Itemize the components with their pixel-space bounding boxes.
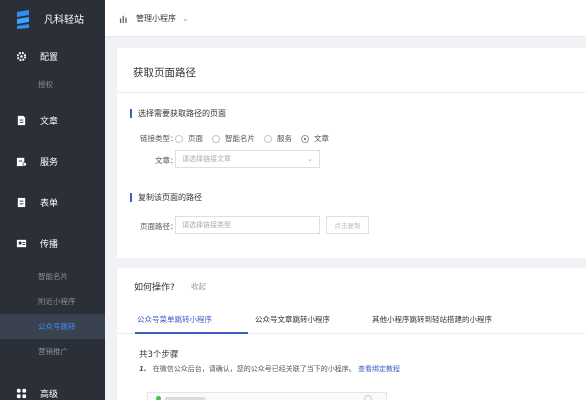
help-tabs: 公众号菜单跳转小程序 公众号文章跳转小程序 其他小程序跳转到轻站搭建的小程序 xyxy=(117,304,586,334)
chevron-down-icon: ⌄ xyxy=(307,155,313,163)
sidebar-item-spread[interactable]: 传播 xyxy=(0,222,105,264)
sidebar-item-forms[interactable]: 表单 xyxy=(0,182,105,222)
radio-label: 服务 xyxy=(277,134,292,143)
steps-title: 共3个步骤 xyxy=(139,350,179,360)
gear-icon xyxy=(16,51,27,61)
bar-chart-icon xyxy=(119,15,127,23)
radio-circle-checked xyxy=(301,134,309,143)
radio-smart-card[interactable]: 智能名片 xyxy=(212,133,255,144)
select-placeholder: 请选择链接文章 xyxy=(182,155,231,163)
page-title: 获取页面路径 xyxy=(133,67,196,79)
document-icon xyxy=(17,115,26,125)
tab-menu-jump[interactable]: 公众号菜单跳转小程序 xyxy=(137,314,212,325)
sidebar-item-marketing[interactable]: 营销推广 xyxy=(0,339,105,364)
section-select-page: 选择需要获取路径的页面 xyxy=(130,109,226,118)
radio-circle xyxy=(212,134,220,143)
top-bar: 管理小程序 ⌄ xyxy=(105,0,586,37)
link-type-label: 链接类型： xyxy=(140,134,178,143)
sidebar-item-articles[interactable]: 文章 xyxy=(0,100,105,140)
help-title: 如何操作? xyxy=(134,283,175,293)
radio-circle xyxy=(264,134,272,143)
app-switcher[interactable]: 管理小程序 xyxy=(136,13,176,24)
link-type-radio-group: 页面 智能名片 服务 文章 xyxy=(175,133,338,144)
service-icon xyxy=(16,157,27,166)
radio-article[interactable]: 文章 xyxy=(301,133,329,144)
sidebar-item-label: 文章 xyxy=(40,116,59,127)
sidebar-item-smart-card[interactable]: 智能名片 xyxy=(0,264,105,289)
tab-article-jump[interactable]: 公众号文章跳转小程序 xyxy=(255,314,330,325)
radio-service[interactable]: 服务 xyxy=(264,133,292,144)
help-card: 如何操作? 收起 公众号菜单跳转小程序 公众号文章跳转小程序 其他小程序跳转到轻… xyxy=(117,268,586,400)
brand-name: 凡科轻站 xyxy=(44,15,84,26)
status-dot xyxy=(156,396,161,400)
sidebar-item-authorize[interactable]: 授权 xyxy=(0,75,105,93)
article-select[interactable]: 请选择链接文章 ⌄ xyxy=(175,150,320,168)
sidebar-item-label: 配置 xyxy=(40,52,59,63)
binding-tutorial-link[interactable]: 查看绑定教程 xyxy=(358,365,400,373)
sidebar-item-label: 高级 xyxy=(40,389,59,400)
grid-icon xyxy=(16,388,27,398)
get-page-path-card: 获取页面路径 选择需要获取路径的页面 链接类型： 页面 智能名片 服务 文章 文… xyxy=(117,48,586,258)
sidebar-item-nearby[interactable]: 附近小程序 xyxy=(0,289,105,314)
section-copy-path: 复制该页面的路径 xyxy=(130,193,202,202)
step-text: 在微信公众后台，请确认，您的公众号已经关联了当下的小程序。 xyxy=(152,365,356,373)
chevron-down-icon[interactable]: ⌄ xyxy=(182,14,189,23)
sidebar-item-label: 服务 xyxy=(40,157,59,168)
step-preview-image xyxy=(147,392,387,400)
sidebar-item-official-account-jump[interactable]: 公众号跳转 xyxy=(0,314,105,339)
step-number: 1. xyxy=(139,365,147,373)
active-tab-indicator xyxy=(135,332,248,334)
sidebar-item-services[interactable]: 服务 xyxy=(0,140,105,182)
sidebar-item-label: 表单 xyxy=(40,198,59,209)
collapse-link[interactable]: 收起 xyxy=(191,281,206,292)
divider xyxy=(117,92,586,93)
sidebar-item-label: 传播 xyxy=(40,239,59,250)
sidebar: 凡科轻站 配置 授权 文章 服务 表单 传播 智能名片 附近小程序 公众号跳转 … xyxy=(0,0,105,400)
share-icon xyxy=(16,239,27,247)
sidebar-item-config[interactable]: 配置 xyxy=(0,37,105,75)
radio-page[interactable]: 页面 xyxy=(175,133,203,144)
radio-circle xyxy=(175,134,183,143)
form-icon xyxy=(17,197,26,207)
page-path-label: 页面路径： xyxy=(140,222,178,231)
radio-label: 页面 xyxy=(188,134,203,143)
logo-icon xyxy=(17,9,29,29)
brand[interactable]: 凡科轻站 xyxy=(0,0,105,37)
page-path-input[interactable]: 请选择链接类型 xyxy=(175,216,320,234)
radio-label: 智能名片 xyxy=(225,134,255,143)
preview-circle-icon xyxy=(364,395,372,400)
tab-other-miniprogram-jump[interactable]: 其他小程序跳转到轻站搭建的小程序 xyxy=(372,314,492,325)
radio-label: 文章 xyxy=(314,134,329,143)
step-1: 1. 在微信公众后台，请确认，您的公众号已经关联了当下的小程序。 查看绑定教程 xyxy=(139,364,400,374)
sidebar-item-advanced[interactable]: 高级 xyxy=(0,374,105,400)
copy-button[interactable]: 点击复制 xyxy=(326,216,369,234)
input-placeholder: 请选择链接类型 xyxy=(182,221,231,229)
